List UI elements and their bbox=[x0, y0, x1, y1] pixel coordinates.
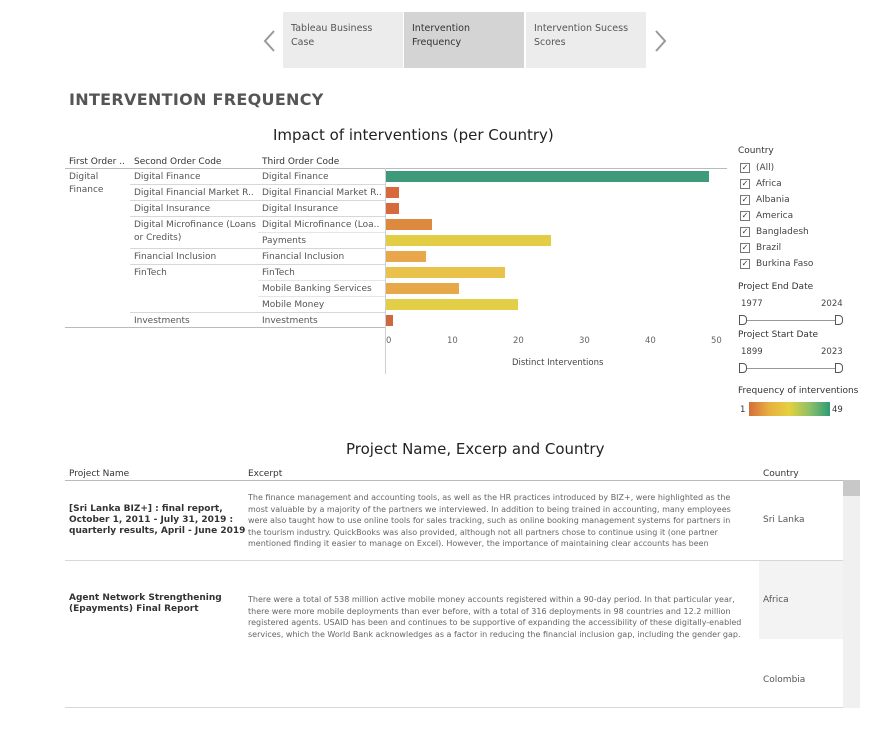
table-header-country[interactable]: Country bbox=[763, 469, 799, 479]
table-row-excerpt: There were a total of 538 million active… bbox=[248, 595, 742, 639]
next-story-arrow-icon[interactable] bbox=[652, 28, 668, 54]
chart-bar[interactable] bbox=[386, 251, 426, 262]
table-scrollbar[interactable] bbox=[843, 480, 860, 708]
start-date-min-handle[interactable] bbox=[739, 363, 747, 373]
legend-min: 1 bbox=[740, 405, 746, 415]
end-date-max: 2024 bbox=[821, 299, 843, 309]
third-order-label: Digital Financial Market R.. bbox=[262, 188, 382, 198]
country-checkbox-label: Africa bbox=[756, 178, 782, 189]
header-first-order[interactable]: First Order .. bbox=[69, 157, 125, 167]
chart-bar[interactable] bbox=[386, 235, 551, 246]
third-order-label: Digital Finance bbox=[262, 172, 329, 182]
third-order-label: Mobile Money bbox=[262, 300, 325, 310]
table-row-country: Sri Lanka bbox=[763, 515, 805, 525]
second-order-label: Investments bbox=[134, 316, 190, 326]
chart-bar[interactable] bbox=[386, 267, 505, 278]
tab-tableau-business-case[interactable]: Tableau Business Case bbox=[283, 12, 403, 68]
country-checkbox-item[interactable]: ✓ Bangladesh bbox=[740, 225, 809, 238]
end-date-min-handle[interactable] bbox=[739, 315, 747, 325]
start-date-max-handle[interactable] bbox=[835, 363, 843, 373]
country-checkbox-label: Bangladesh bbox=[756, 226, 809, 237]
end-date-slider-track[interactable] bbox=[742, 320, 840, 321]
end-date-max-handle[interactable] bbox=[835, 315, 843, 325]
chart-bar[interactable] bbox=[386, 283, 459, 294]
third-order-label: FinTech bbox=[262, 268, 295, 278]
checkbox-checked-icon[interactable]: ✓ bbox=[740, 194, 750, 205]
checkbox-checked-icon[interactable]: ✓ bbox=[740, 242, 750, 253]
chart-bar[interactable] bbox=[386, 187, 400, 198]
checkbox-checked-icon[interactable]: ✓ bbox=[740, 226, 750, 237]
second-order-label: FinTech bbox=[134, 268, 167, 278]
country-checkbox-label: America bbox=[756, 210, 794, 221]
checkbox-checked-icon[interactable]: ✓ bbox=[740, 178, 750, 189]
third-order-label: Digital Microfinance (Loa.. bbox=[262, 220, 380, 230]
chart-bar[interactable] bbox=[386, 171, 710, 182]
x-tick-label: 20 bbox=[513, 336, 524, 346]
country-checkbox-label: Brazil bbox=[756, 242, 782, 253]
tab-intervention-frequency[interactable]: Intervention Frequency bbox=[404, 12, 524, 68]
checkbox-checked-icon[interactable]: ✓ bbox=[740, 258, 750, 269]
page-title: INTERVENTION FREQUENCY bbox=[69, 90, 324, 109]
country-checkbox-item[interactable]: ✓ (All) bbox=[740, 161, 774, 174]
x-tick-label: 0 bbox=[386, 336, 392, 346]
start-date-max: 2023 bbox=[821, 347, 843, 357]
country-checkbox-item[interactable]: ✓ America bbox=[740, 209, 793, 222]
country-checkbox-label: (All) bbox=[756, 162, 775, 173]
start-date-title: Project Start Date bbox=[738, 330, 819, 340]
country-checkbox-label: Burkina Faso bbox=[756, 258, 814, 269]
legend-max: 49 bbox=[832, 405, 843, 415]
country-checkbox-item[interactable]: ✓ Burkina Faso bbox=[740, 257, 813, 270]
chart-bar[interactable] bbox=[386, 203, 400, 214]
country-checkbox-label: Albania bbox=[756, 194, 790, 205]
x-axis-title: Distinct Interventions bbox=[512, 358, 604, 368]
x-tick-label: 30 bbox=[579, 336, 590, 346]
x-tick-label: 10 bbox=[447, 336, 458, 346]
third-order-label: Financial Inclusion bbox=[262, 252, 345, 262]
x-tick-label: 50 bbox=[711, 336, 722, 346]
chart-bar[interactable] bbox=[386, 299, 518, 310]
table-scroll-thumb[interactable] bbox=[843, 480, 860, 496]
end-date-min: 1977 bbox=[741, 299, 763, 309]
end-date-title: Project End Date bbox=[738, 282, 814, 292]
table-header-project-name[interactable]: Project Name bbox=[69, 469, 129, 479]
second-order-label: Digital Financial Market R.. bbox=[134, 188, 254, 198]
country-checkbox-item[interactable]: ✓ Brazil bbox=[740, 241, 781, 254]
color-legend-gradient bbox=[749, 402, 830, 416]
checkbox-checked-icon[interactable]: ✓ bbox=[740, 162, 750, 173]
third-order-label: Digital Insurance bbox=[262, 204, 339, 214]
second-order-label: Digital Insurance bbox=[134, 204, 211, 214]
country-checkbox-item[interactable]: ✓ Africa bbox=[740, 177, 782, 190]
x-tick-label: 40 bbox=[645, 336, 656, 346]
country-filter-title: Country bbox=[738, 146, 774, 156]
third-order-label: Payments bbox=[262, 236, 307, 246]
country-checkbox-item[interactable]: ✓ Albania bbox=[740, 193, 790, 206]
chart-title: Impact of interventions (per Country) bbox=[273, 126, 554, 144]
header-third-order[interactable]: Third Order Code bbox=[262, 157, 339, 167]
chart-bar[interactable] bbox=[386, 315, 393, 326]
second-order-label: Digital Finance bbox=[134, 172, 201, 182]
first-order-label: Digital Finance bbox=[69, 172, 104, 195]
second-order-label: Digital Microfinance (Loans or Credits) bbox=[134, 220, 256, 243]
start-date-min: 1899 bbox=[741, 347, 763, 357]
table-header-excerpt[interactable]: Excerpt bbox=[248, 469, 282, 479]
start-date-slider-track[interactable] bbox=[742, 368, 840, 369]
previous-story-arrow-icon[interactable] bbox=[262, 28, 278, 54]
checkbox-checked-icon[interactable]: ✓ bbox=[740, 210, 750, 221]
table-row-country: Africa bbox=[763, 595, 789, 605]
legend-title: Frequency of interventions bbox=[738, 386, 859, 396]
table-row-excerpt: The finance management and accounting to… bbox=[248, 493, 731, 548]
table-row-project-name: Agent Network Strengthening (Epayments) … bbox=[69, 593, 222, 614]
header-second-order[interactable]: Second Order Code bbox=[134, 157, 221, 167]
table-row-project-name: [Sri Lanka BIZ+] : final report, October… bbox=[69, 504, 246, 536]
third-order-label: Mobile Banking Services bbox=[262, 284, 372, 294]
table-title: Project Name, Excerp and Country bbox=[346, 440, 605, 458]
third-order-label: Investments bbox=[262, 316, 318, 326]
table-row-country: Colombia bbox=[763, 675, 806, 685]
tab-intervention-success-scores[interactable]: Intervention Sucess Scores bbox=[526, 12, 646, 68]
chart-bar[interactable] bbox=[386, 219, 433, 230]
second-order-label: Financial Inclusion bbox=[134, 252, 217, 262]
